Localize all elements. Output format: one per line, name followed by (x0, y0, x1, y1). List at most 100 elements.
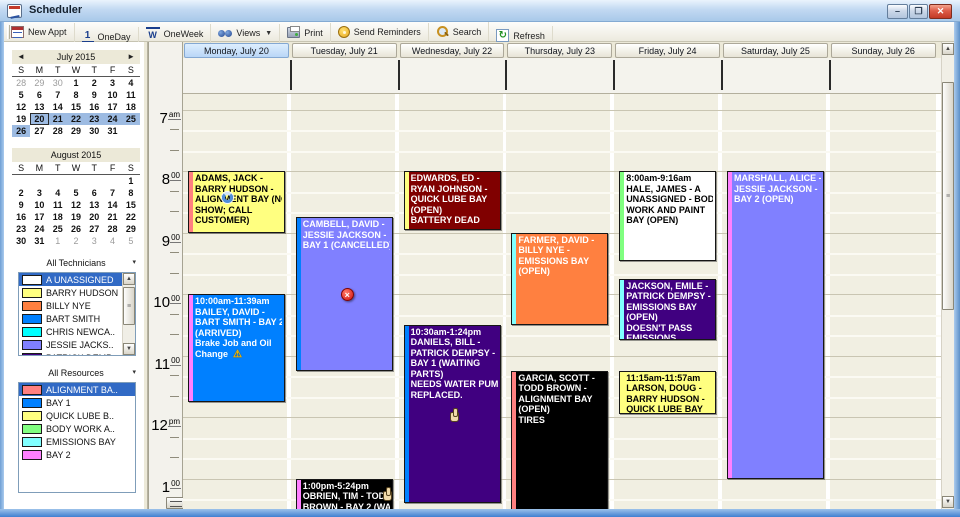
calendar-day[interactable]: 23 (85, 113, 103, 125)
calendar-day[interactable]: 25 (122, 113, 140, 125)
calendar-day[interactable] (12, 175, 30, 187)
calendar-next-arrow-icon[interactable]: ► (127, 50, 135, 64)
scroll-up-icon[interactable]: ▲ (942, 43, 954, 55)
calendar-day[interactable]: 9 (85, 89, 103, 101)
technician-item[interactable]: BILLY NYE (19, 299, 135, 312)
calendar-day[interactable]: 3 (30, 187, 48, 199)
calendar-day[interactable]: 17 (103, 101, 121, 113)
calendar-day[interactable]: 19 (12, 113, 30, 125)
scrollbar-thumb[interactable]: ≡ (123, 287, 135, 325)
scroll-down-icon[interactable]: ▼ (942, 496, 954, 508)
views-button[interactable]: Views▼ (211, 24, 280, 43)
calendar-day[interactable]: 2 (67, 235, 85, 247)
calendar-day[interactable]: 27 (30, 125, 48, 137)
appointment-farmer[interactable]: FARMER, DAVID -BILLY NYE -EMISSIONS BAY(… (511, 233, 608, 325)
calendar-day[interactable]: 22 (67, 113, 85, 125)
calendar-day[interactable]: 1 (49, 235, 67, 247)
calendar-day[interactable]: 5 (122, 235, 140, 247)
resource-item[interactable]: BODY WORK A.. (19, 422, 135, 435)
calendar-day[interactable]: 8 (122, 187, 140, 199)
calendar-day[interactable]: 30 (12, 235, 30, 247)
day-header-2[interactable]: Tuesday, July 21 (292, 43, 397, 58)
technician-item[interactable]: BART SMITH (19, 312, 135, 325)
title-bar[interactable]: Scheduler – ❐ ✕ (0, 0, 960, 22)
calendar-day[interactable] (122, 125, 140, 137)
calendar-day[interactable]: 16 (12, 211, 30, 223)
calendar-day[interactable] (85, 175, 103, 187)
calendar-day[interactable] (30, 175, 48, 187)
calendar-day[interactable]: 21 (49, 113, 67, 125)
calendar-day[interactable]: 15 (67, 101, 85, 113)
calendar-day[interactable]: 19 (67, 211, 85, 223)
search-button[interactable]: Search (429, 22, 490, 41)
appointment-larson[interactable]: 11:15am-11:57amLARSON, DOUG -BARRY HUDSO… (619, 371, 716, 414)
calendar-day[interactable]: 5 (67, 187, 85, 199)
day-header-6[interactable]: Saturday, July 25 (723, 43, 828, 58)
calendar-day[interactable]: 6 (85, 187, 103, 199)
day-header-3[interactable]: Wednesday, July 22 (400, 43, 505, 58)
calendar-day[interactable]: 14 (103, 199, 121, 211)
calendar-day[interactable]: 18 (49, 211, 67, 223)
calendar-day[interactable]: 24 (103, 113, 121, 125)
calendar-day[interactable]: 2 (85, 77, 103, 89)
technician-item[interactable]: BARRY HUDSON (19, 286, 135, 299)
appointment-hale[interactable]: 8:00am-9:16amHALE, JAMES - AUNASSIGNED -… (619, 171, 716, 261)
calendar-day[interactable]: 29 (67, 125, 85, 137)
calendar-day[interactable]: 10 (103, 89, 121, 101)
calendar-day[interactable]: 30 (85, 125, 103, 137)
calendar-day[interactable]: 22 (122, 211, 140, 223)
calendar-day[interactable]: 10 (30, 199, 48, 211)
calendar-day[interactable]: 28 (49, 125, 67, 137)
technician-header[interactable]: All Technicians▾ (12, 256, 140, 270)
calendar-prev-arrow-icon[interactable]: ◄ (17, 50, 25, 64)
calendar-day[interactable]: 28 (12, 77, 30, 89)
calendar-day[interactable]: 3 (85, 235, 103, 247)
appointment-adams[interactable]: ADAMS, JACK -BARRY HUDSON -ALIGNMENT BAY… (188, 171, 285, 233)
calendar-day[interactable] (103, 175, 121, 187)
scrollbar-thumb[interactable]: ≡ (942, 82, 954, 310)
resource-item[interactable]: BAY 2 (19, 448, 135, 461)
calendar-day[interactable]: 29 (30, 77, 48, 89)
calendar-day[interactable]: 1 (122, 175, 140, 187)
one-week-button[interactable]: WOneWeek (139, 24, 212, 43)
calendar-day[interactable] (49, 175, 67, 187)
calendar-day[interactable]: 20 (30, 113, 48, 125)
calendar-day[interactable]: 15 (122, 199, 140, 211)
list-scrollbar[interactable]: ▲≡▼ (122, 273, 135, 355)
appointment-cambell[interactable]: CAMBELL, DAVID -JESSIE JACKSON -BAY 1 (C… (296, 217, 393, 371)
send-reminders-button[interactable]: Send Reminders (331, 23, 429, 42)
technician-item[interactable]: JESSIE JACKS.. (19, 338, 135, 351)
calendar-day[interactable]: 17 (30, 211, 48, 223)
calendar-day[interactable]: 13 (85, 199, 103, 211)
calendar-day[interactable]: 26 (12, 125, 30, 137)
calendar-day[interactable]: 31 (30, 235, 48, 247)
calendar-day[interactable]: 28 (103, 223, 121, 235)
calendar-day[interactable]: 4 (122, 77, 140, 89)
calendar-day[interactable]: 27 (85, 223, 103, 235)
resource-header[interactable]: All Resources▾ (12, 366, 140, 380)
appointment-bailey[interactable]: 10:00am-11:39amBAILEY, DAVID -BART SMITH… (188, 294, 285, 402)
calendar-day[interactable]: 5 (12, 89, 30, 101)
new-appt-button[interactable]: New Appt (4, 23, 75, 42)
resource-item[interactable]: QUICK LUBE B.. (19, 409, 135, 422)
calendar-day[interactable]: 26 (67, 223, 85, 235)
calendar-day[interactable]: 25 (49, 223, 67, 235)
close-button[interactable]: ✕ (929, 4, 952, 19)
day-column[interactable] (830, 94, 936, 509)
appointment-daniels[interactable]: 10:30am-1:24pmDANIELS, BILL -PATRICK DEM… (404, 325, 501, 503)
calendar-day[interactable]: 2 (12, 187, 30, 199)
scroll-down-icon[interactable]: ▼ (123, 343, 135, 355)
day-header-1[interactable]: Monday, July 20 (184, 43, 289, 58)
minimize-button[interactable]: – (887, 4, 908, 19)
print-button[interactable]: Print (280, 23, 331, 42)
day-header-5[interactable]: Friday, July 24 (615, 43, 720, 58)
calendar-day[interactable]: 18 (122, 101, 140, 113)
calendar-day[interactable]: 11 (122, 89, 140, 101)
appointment-garcia[interactable]: GARCIA, SCOTT -TODD BROWN -ALIGNMENT BAY… (511, 371, 608, 509)
resource-item[interactable]: ALIGNMENT BA.. (19, 383, 135, 396)
vertical-scrollbar[interactable]: ▲ ≡ ▼ (941, 42, 954, 509)
maximize-button[interactable]: ❐ (909, 4, 928, 19)
calendar-day[interactable]: 7 (49, 89, 67, 101)
calendar-day[interactable]: 29 (122, 223, 140, 235)
technician-item[interactable]: PATRICK DEMP (19, 351, 135, 356)
